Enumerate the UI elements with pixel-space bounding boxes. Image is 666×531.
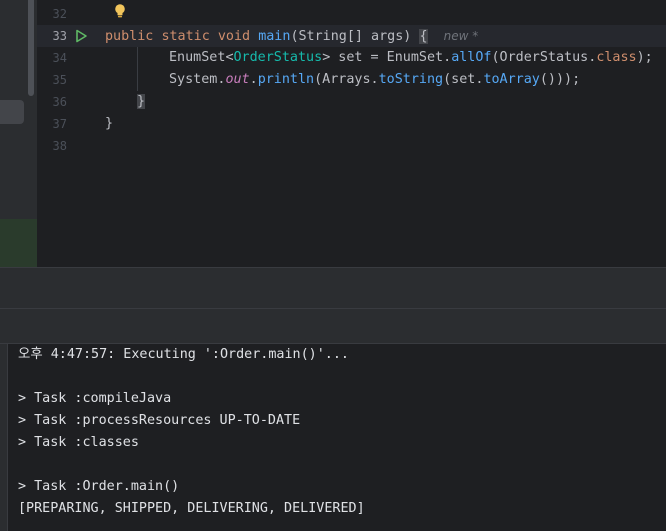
code-text: (String[] args) [290, 29, 420, 44]
run-console[interactable]: 오후 4:47:57: Executing ':Order.main()'...… [0, 344, 666, 531]
method-call: toArray [483, 72, 540, 87]
console-line: > Task :Order.main() [18, 479, 180, 494]
method-name: main [258, 29, 291, 44]
console-line: > Task :processResources UP-TO-DATE [18, 413, 301, 428]
line-number: 32 [52, 7, 67, 21]
method-call: println [257, 72, 315, 87]
code-text: . [249, 72, 258, 87]
line-number: 35 [52, 73, 67, 87]
keyword: void [217, 29, 251, 44]
method-call: toString [378, 72, 444, 87]
line-number: 34 [52, 51, 67, 65]
keyword: static [161, 29, 210, 44]
project-panel-tab[interactable] [0, 100, 24, 124]
keyword: public [105, 29, 154, 44]
indent-guide [137, 47, 138, 91]
code-line-37: } [105, 113, 113, 135]
console-line: [PREPARING, SHIPPED, DELIVERING, DELIVER… [18, 501, 365, 516]
console-gutter [0, 344, 8, 531]
code-text: ); [636, 50, 653, 65]
code-line-33: public static void main(String[] args) {… [105, 25, 478, 47]
run-icon[interactable] [74, 29, 88, 43]
project-selection-highlight [0, 219, 37, 267]
code-text: EnumSet [169, 50, 226, 65]
keyword: class [596, 50, 637, 65]
code-text: ())); [539, 72, 581, 87]
project-scrollbar-thumb[interactable] [28, 0, 34, 96]
code-text: set = EnumSet. [330, 50, 452, 65]
project-panel-edge [0, 0, 37, 267]
console-line: 오후 4:47:57: Executing ':Order.main()'... [18, 347, 349, 362]
code-line-35: System.out.println(Arrays.toString(set.t… [169, 69, 580, 91]
matched-brace: { [419, 29, 428, 44]
code-text: (Arrays. [314, 72, 379, 87]
method-call: allOf [451, 50, 492, 65]
code-editor[interactable]: 32 33 34 35 36 37 38 public static void … [37, 0, 666, 267]
code-line-34: EnumSet<OrderStatus> set = EnumSet.allOf… [169, 47, 653, 69]
inlay-hint: new * [443, 29, 479, 43]
static-field: out [225, 72, 250, 87]
code-text: < [225, 50, 234, 65]
code-text: System. [169, 72, 226, 87]
lightbulb-icon[interactable] [113, 3, 127, 19]
code-text: (OrderStatus. [491, 50, 597, 65]
editor-gutter: 32 33 34 35 36 37 38 [37, 0, 99, 267]
line-number: 37 [52, 117, 67, 131]
line-number: 36 [52, 95, 67, 109]
line-number: 33 [52, 29, 67, 43]
run-tool-window-header [0, 268, 666, 308]
run-tool-window-toolbar [0, 309, 666, 343]
code-text: (set. [443, 72, 484, 87]
console-line: > Task :compileJava [18, 391, 172, 406]
generic-type: OrderStatus [233, 50, 323, 65]
code-text: } [105, 116, 114, 131]
matched-brace: } [137, 94, 146, 109]
console-line: > Task :classes [18, 435, 139, 450]
code-line-36: } [137, 91, 146, 113]
line-number: 38 [52, 139, 67, 153]
